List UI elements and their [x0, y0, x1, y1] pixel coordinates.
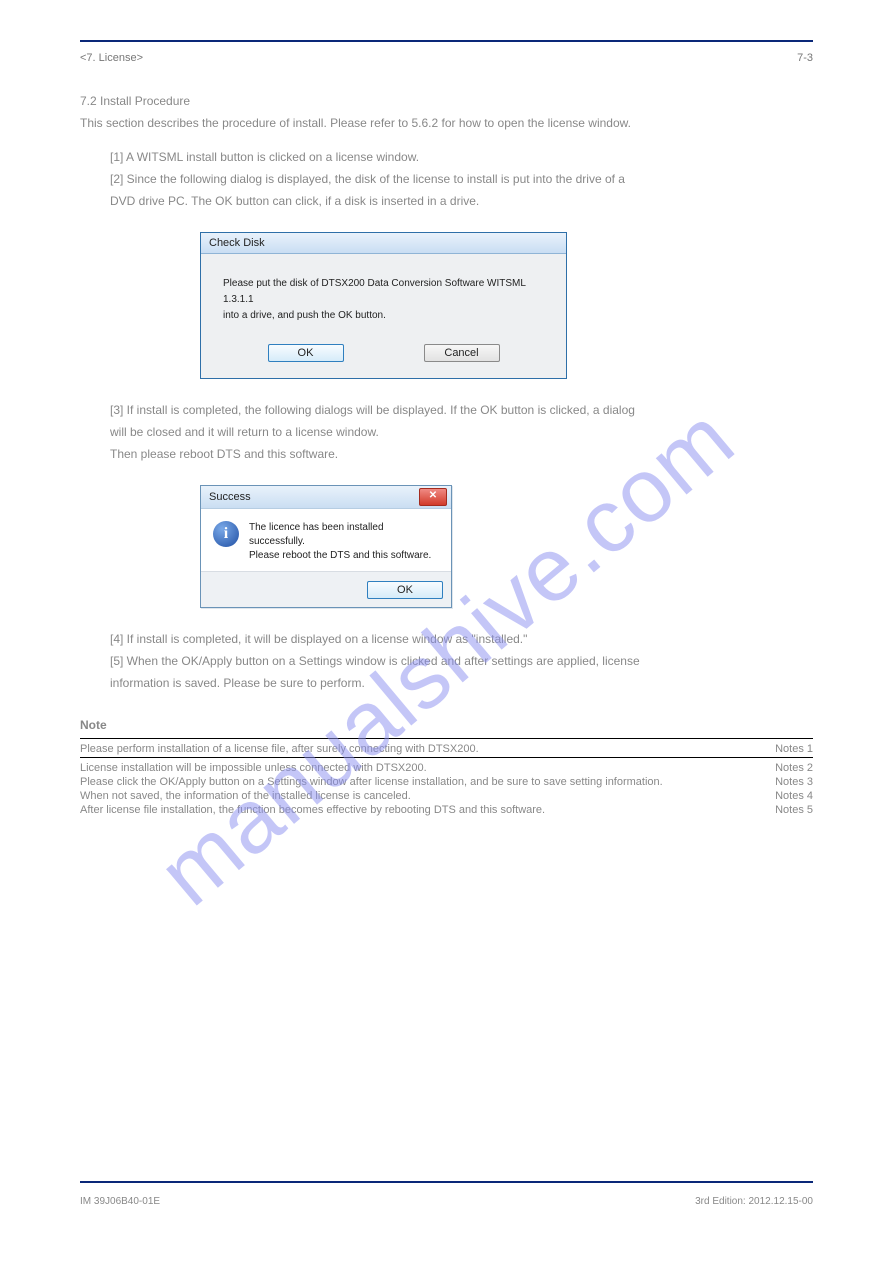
dialog-titlebar: Success ✕: [201, 486, 451, 509]
note-heading: Note: [80, 716, 813, 734]
step-3b: will be closed and it will return to a l…: [110, 423, 813, 441]
dialog-msg-1: Please put the disk of DTSX200 Data Conv…: [223, 276, 544, 308]
step-1: [1] A WITSML install button is clicked o…: [110, 148, 813, 166]
close-icon[interactable]: ✕: [419, 488, 447, 506]
page-footer: IM 39J06B40-01E 3rd Edition: 2012.12.15-…: [80, 1196, 813, 1207]
section-heading: 7.2 Install Procedure: [80, 94, 813, 108]
page-number: 7-3: [797, 52, 813, 64]
note-1-tag: Notes 1: [775, 743, 813, 755]
step-2a: [2] Since the following dialog is displa…: [110, 170, 813, 188]
intro-text: This section describes the procedure of …: [80, 114, 813, 132]
note-1: Please perform installation of a license…: [80, 743, 479, 755]
cancel-button[interactable]: Cancel: [424, 344, 500, 362]
step-5a: [5] When the OK/Apply button on a Settin…: [110, 652, 813, 670]
footer-left: IM 39J06B40-01E: [80, 1196, 160, 1207]
footer-right: 3rd Edition: 2012.12.15-00: [695, 1196, 813, 1207]
rule: [80, 757, 813, 758]
step-5b: information is saved. Please be sure to …: [110, 674, 813, 692]
ok-button[interactable]: OK: [268, 344, 344, 362]
step-2b: DVD drive PC. The OK button can click, i…: [110, 192, 813, 210]
note-3-tag: Notes 3: [775, 776, 813, 788]
ok-button[interactable]: OK: [367, 581, 443, 599]
top-rule: [80, 40, 813, 42]
dialog-title: Success: [209, 491, 251, 503]
dialog-title: Check Disk: [201, 233, 566, 254]
dialog-msg-1: The licence has been installed successfu…: [249, 521, 441, 549]
step-4: [4] If install is completed, it will be …: [110, 630, 813, 648]
bottom-rule: [80, 1181, 813, 1183]
dialog-body: Please put the disk of DTSX200 Data Conv…: [201, 254, 566, 378]
note-5: After license file installation, the fun…: [80, 804, 545, 816]
dialog-msg-2: Please reboot the DTS and this software.: [249, 549, 441, 563]
step-3a: [3] If install is completed, the followi…: [110, 401, 813, 419]
dialog-msg-2: into a drive, and push the OK button.: [223, 308, 544, 324]
info-icon: i: [213, 521, 239, 547]
success-dialog: Success ✕ i The licence has been install…: [200, 485, 452, 608]
check-disk-dialog: Check Disk Please put the disk of DTSX20…: [200, 232, 567, 379]
note-4: When not saved, the information of the i…: [80, 790, 411, 802]
rule: [80, 738, 813, 739]
step-3c: Then please reboot DTS and this software…: [110, 445, 813, 463]
note-5-tag: Notes 5: [775, 804, 813, 816]
notes-block: Note Please perform installation of a li…: [80, 716, 813, 816]
page-header: <7. License> 7-3: [80, 52, 813, 64]
note-2-tag: Notes 2: [775, 762, 813, 774]
doc-ref: <7. License>: [80, 52, 143, 64]
note-3: Please click the OK/Apply button on a Se…: [80, 776, 663, 788]
note-4-tag: Notes 4: [775, 790, 813, 802]
note-2: License installation will be impossible …: [80, 762, 427, 774]
